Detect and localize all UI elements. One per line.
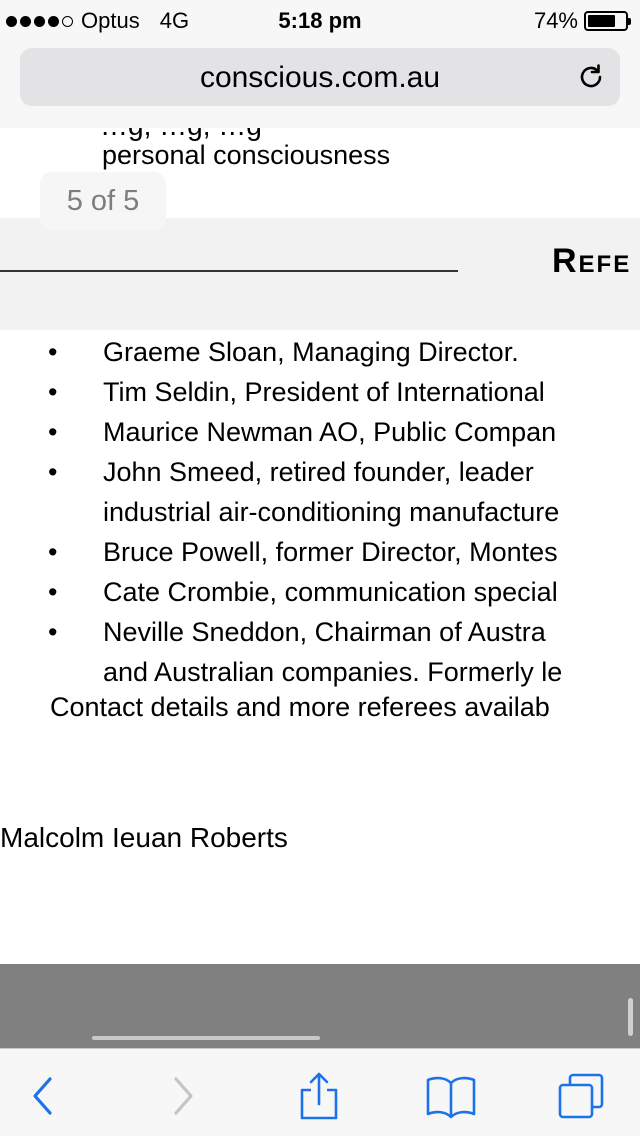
chevron-right-icon: [174, 1077, 193, 1115]
carrier-name: Optus: [81, 8, 140, 33]
referee-list: • Graeme Sloan, Managing Director. • Tim…: [0, 332, 640, 692]
status-bar: Optus 4G 5:18 pm 74%: [0, 0, 640, 40]
previous-text-line: personal consciousness: [102, 140, 391, 170]
list-item: • John Smeed, retired founder, leader in…: [0, 452, 640, 532]
section-heading: Refe: [552, 242, 632, 280]
bullet: •: [48, 577, 58, 607]
referee-text: Tim Seldin, President of International: [103, 377, 545, 407]
referee-text: Cate Crombie, communication special: [103, 577, 558, 607]
list-item: • Cate Crombie, communication special: [0, 572, 640, 612]
list-item: • Bruce Powell, former Director, Montes: [0, 532, 640, 572]
bookmarks-button[interactable]: [426, 1071, 476, 1121]
contact-details-text: Contact details and more referees availa…: [50, 692, 550, 722]
address-bar[interactable]: conscious.com.au: [20, 48, 620, 106]
scroll-indicator[interactable]: [628, 998, 633, 1036]
forward-button[interactable]: [158, 1071, 208, 1121]
find-result-badge: 5 of 5: [40, 172, 166, 230]
list-item: • Tim Seldin, President of International: [0, 372, 640, 412]
list-item: • Neville Sneddon, Chairman of Austra an…: [0, 612, 640, 692]
referee-text: Bruce Powell, former Director, Montes: [103, 537, 558, 567]
toolbar-handle: [92, 1036, 320, 1040]
book-icon: [426, 1076, 476, 1119]
browser-toolbar: [0, 1048, 640, 1136]
referee-text: John Smeed, retired founder, leader: [103, 457, 534, 487]
web-content[interactable]: …g, …g, …g personal consciousness 5 of 5…: [0, 128, 640, 964]
referee-text: Maurice Newman AO, Public Compan: [103, 417, 557, 447]
bullet: •: [48, 337, 58, 367]
share-button[interactable]: [294, 1071, 344, 1121]
list-item: • Maurice Newman AO, Public Compan: [0, 412, 640, 452]
referee-text: Graeme Sloan, Managing Director.: [103, 337, 519, 367]
share-icon: [300, 1072, 338, 1120]
referee-text: Neville Sneddon, Chairman of Austra: [103, 617, 546, 647]
bullet: •: [48, 457, 58, 487]
section-divider: [0, 270, 458, 272]
back-button[interactable]: [18, 1071, 68, 1121]
tabs-icon: [558, 1073, 604, 1119]
status-right: 74%: [533, 8, 631, 34]
referee-text: and Australian companies. Formerly le: [103, 657, 563, 687]
signature-name: Malcolm Ieuan Roberts: [0, 822, 288, 853]
battery-icon: [584, 11, 631, 31]
battery-percent: 74%: [533, 8, 578, 33]
tabs-button[interactable]: [556, 1071, 606, 1121]
status-left: Optus 4G: [6, 8, 189, 34]
url-text: conscious.com.au: [199, 61, 441, 94]
signal-strength-icon: [6, 15, 73, 27]
bullet: •: [48, 417, 58, 447]
bullet: •: [48, 617, 58, 647]
network-type: 4G: [159, 8, 190, 33]
reload-icon[interactable]: [576, 62, 606, 92]
chevron-left-icon: [33, 1077, 52, 1115]
section-header: Refe: [0, 218, 640, 330]
bullet: •: [48, 537, 58, 567]
list-item: • Graeme Sloan, Managing Director.: [0, 332, 640, 372]
address-bar-area: conscious.com.au: [0, 40, 640, 128]
referee-text: industrial air-conditioning manufacture: [103, 497, 560, 527]
bullet: •: [48, 377, 58, 407]
